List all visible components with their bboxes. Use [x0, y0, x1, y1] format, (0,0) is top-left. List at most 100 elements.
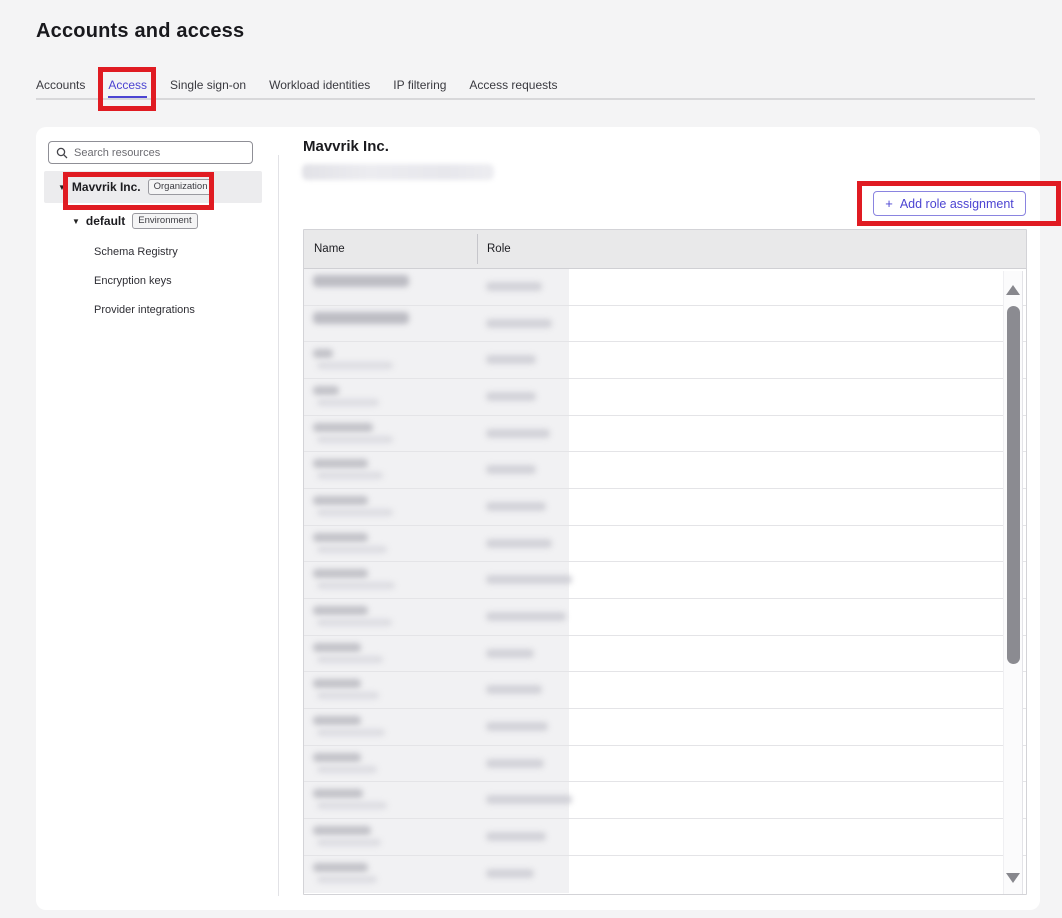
table-row-redacted — [304, 342, 1026, 379]
redacted-name-secondary — [317, 472, 383, 479]
redacted-role — [486, 795, 572, 804]
redacted-name — [313, 496, 368, 505]
redacted-name-secondary — [317, 619, 392, 626]
redacted-role — [486, 832, 546, 841]
redacted-role — [486, 722, 548, 731]
tree-item-organization[interactable]: ▼ Mavvrik Inc. Organization — [44, 171, 262, 203]
table-row-redacted — [304, 709, 1026, 746]
scroll-up-arrow-icon[interactable] — [1006, 285, 1020, 295]
table-row-redacted — [304, 269, 1026, 306]
redacted-role — [486, 502, 546, 511]
caret-down-icon[interactable]: ▼ — [58, 183, 66, 192]
redacted-name-secondary — [317, 839, 381, 846]
tab-single-sign-on[interactable]: Single sign-on — [170, 78, 246, 99]
redacted-name — [313, 569, 368, 578]
caret-down-icon[interactable]: ▼ — [72, 217, 80, 226]
search-icon — [56, 147, 68, 159]
column-header-role: Role — [487, 243, 511, 255]
redacted-name-secondary — [317, 362, 393, 369]
redacted-name — [313, 423, 373, 432]
table-row-redacted — [304, 489, 1026, 526]
tree-item-label: Mavvrik Inc. — [72, 180, 141, 194]
sidebar-divider — [278, 155, 279, 896]
column-divider — [477, 234, 478, 264]
table-body — [304, 269, 1026, 893]
redacted-name-secondary — [317, 509, 393, 516]
redacted-name — [313, 606, 368, 615]
plus-icon: + — [885, 197, 893, 210]
table-row-redacted — [304, 526, 1026, 563]
redacted-name-secondary — [317, 766, 377, 773]
page-title: Accounts and access — [36, 20, 244, 43]
redacted-name-secondary — [317, 729, 385, 736]
table-row-redacted — [304, 452, 1026, 489]
redacted-name — [313, 275, 409, 287]
redacted-name — [313, 349, 333, 358]
redacted-role — [486, 282, 542, 291]
redacted-name — [313, 643, 361, 652]
table-row-redacted — [304, 782, 1026, 819]
redacted-role — [486, 465, 536, 474]
table-row-redacted — [304, 856, 1026, 893]
tab-workload-identities[interactable]: Workload identities — [269, 78, 370, 99]
search-input[interactable] — [74, 147, 245, 159]
redacted-name — [313, 789, 363, 798]
redacted-role — [486, 575, 572, 584]
redacted-name-secondary — [317, 802, 387, 809]
redacted-name-secondary — [317, 692, 379, 699]
redacted-role — [486, 392, 536, 401]
tree-item-environment[interactable]: ▼ default Environment — [72, 210, 278, 232]
tree-item-encryption-keys[interactable]: Encryption keys — [94, 272, 278, 290]
scrollbar-thumb[interactable] — [1007, 306, 1020, 664]
organization-badge: Organization — [148, 179, 214, 196]
tab-ip-filtering[interactable]: IP filtering — [393, 78, 446, 99]
resource-tree: ▼ Mavvrik Inc. Organization ▼ default En… — [36, 171, 278, 319]
redacted-name — [313, 863, 368, 872]
tab-bar: Accounts Access Single sign-on Workload … — [36, 79, 557, 99]
table-row-redacted — [304, 599, 1026, 636]
column-header-name: Name — [314, 243, 345, 255]
redacted-name-secondary — [317, 546, 387, 553]
table-row-redacted — [304, 672, 1026, 709]
environment-badge: Environment — [132, 213, 197, 230]
scroll-down-arrow-icon[interactable] — [1006, 873, 1020, 883]
redacted-name — [313, 826, 371, 835]
tree-item-provider-integrations[interactable]: Provider integrations — [94, 301, 278, 319]
redacted-role — [486, 429, 550, 438]
tab-access-requests[interactable]: Access requests — [469, 78, 557, 99]
redacted-role — [486, 649, 534, 658]
selected-resource-title: Mavvrik Inc. — [303, 138, 389, 155]
vertical-scrollbar[interactable] — [1003, 271, 1023, 894]
table-row-redacted — [304, 636, 1026, 673]
table-row-redacted — [304, 562, 1026, 599]
resource-search[interactable] — [48, 141, 253, 164]
redacted-role — [486, 612, 566, 621]
redacted-name-secondary — [317, 876, 377, 883]
tab-accounts[interactable]: Accounts — [36, 78, 85, 99]
tabs-underline — [36, 98, 1035, 100]
table-row-redacted — [304, 746, 1026, 783]
redacted-name-secondary — [317, 399, 379, 406]
table-row-redacted — [304, 819, 1026, 856]
redacted-name-secondary — [317, 582, 395, 589]
redacted-name — [313, 679, 361, 688]
table-row-redacted — [304, 379, 1026, 416]
redacted-role — [486, 319, 552, 328]
redacted-resource-id — [302, 164, 494, 180]
redacted-name — [313, 716, 361, 725]
table-row-redacted — [304, 416, 1026, 453]
redacted-name-secondary — [317, 656, 383, 663]
redacted-name — [313, 312, 409, 324]
table-header: Name Role — [304, 230, 1026, 269]
tab-access[interactable]: Access — [108, 78, 147, 99]
redacted-role — [486, 759, 544, 768]
add-role-assignment-button[interactable]: + Add role assignment — [873, 191, 1026, 216]
redacted-name — [313, 753, 361, 762]
tree-item-label: default — [86, 214, 125, 228]
redacted-name — [313, 533, 368, 542]
content-card: ▼ Mavvrik Inc. Organization ▼ default En… — [36, 127, 1040, 910]
tree-item-schema-registry[interactable]: Schema Registry — [94, 243, 278, 261]
redacted-role — [486, 539, 552, 548]
add-role-assignment-label: Add role assignment — [900, 197, 1014, 211]
role-assignments-table: Name Role — [303, 229, 1027, 895]
